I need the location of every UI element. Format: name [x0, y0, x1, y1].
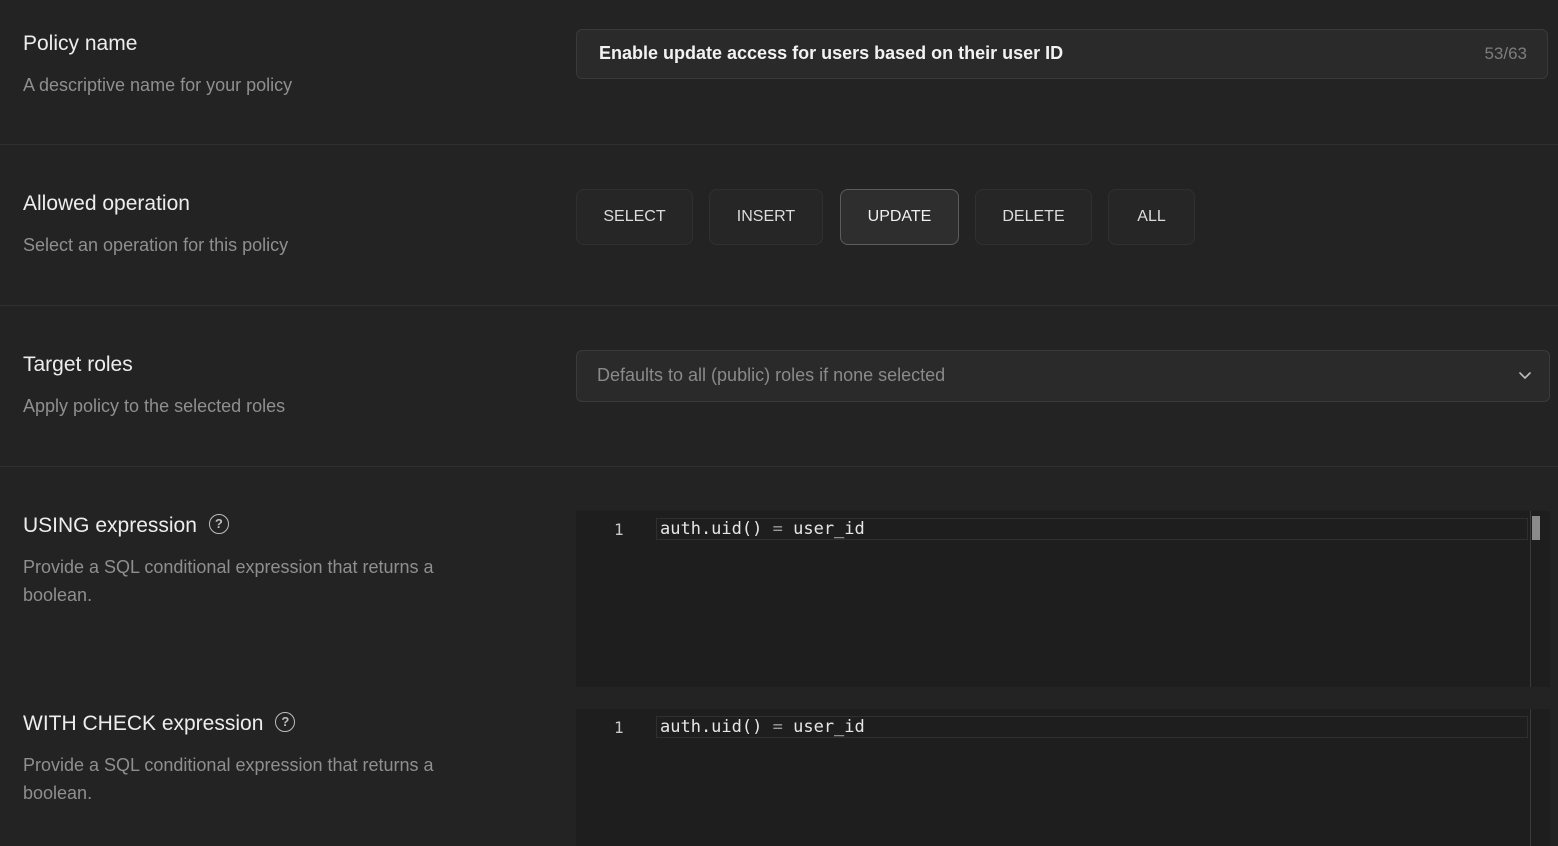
- code-token: user_id: [793, 519, 865, 539]
- line-number: 1: [614, 520, 624, 539]
- scrollbar-thumb[interactable]: [1532, 516, 1540, 540]
- line-number: 1: [614, 718, 624, 737]
- code-operator: =: [772, 519, 783, 539]
- target-roles-placeholder: Defaults to all (public) roles if none s…: [597, 365, 946, 385]
- using-expression-description: Provide a SQL conditional expression tha…: [23, 557, 434, 605]
- with-check-expression-title-row: WITH CHECK expression?: [23, 712, 296, 736]
- with-check-expression-description: Provide a SQL conditional expression tha…: [23, 755, 434, 803]
- operation-update-button[interactable]: UPDATE: [840, 189, 959, 245]
- operation-select-button[interactable]: SELECT: [576, 189, 693, 245]
- operation-all-button[interactable]: ALL: [1108, 189, 1195, 245]
- operation-delete-button[interactable]: DELETE: [975, 189, 1092, 245]
- using-expression-editor[interactable]: 1 auth.uid() = user_id: [576, 511, 1550, 687]
- code-line: auth.uid() = user_id: [660, 519, 865, 539]
- policy-name-title: Policy name: [23, 32, 138, 55]
- using-expression-title: USING expression: [23, 514, 197, 537]
- help-icon[interactable]: ?: [208, 514, 229, 535]
- policy-name-input[interactable]: Enable update access for users based on …: [576, 29, 1548, 79]
- code-operator: =: [772, 717, 783, 737]
- code-line: auth.uid() = user_id: [660, 717, 865, 737]
- allowed-operation-description: Select an operation for this policy: [23, 235, 289, 255]
- character-counter: 53/63: [1484, 44, 1527, 63]
- target-roles-title: Target roles: [23, 353, 133, 376]
- policy-name-description: A descriptive name for your policy: [23, 75, 293, 95]
- target-roles-description: Apply policy to the selected roles: [23, 396, 286, 416]
- with-check-expression-title: WITH CHECK expression: [23, 712, 264, 735]
- with-check-expression-editor[interactable]: 1 auth.uid() = user_id: [576, 709, 1550, 846]
- section-divider: [0, 466, 1558, 467]
- target-roles-select[interactable]: Defaults to all (public) roles if none s…: [576, 350, 1550, 402]
- allowed-operation-title: Allowed operation: [23, 192, 190, 215]
- code-token: auth.uid(): [660, 717, 763, 737]
- chevron-down-icon: [1519, 372, 1531, 379]
- policy-name-value: Enable update access for users based on …: [599, 43, 1064, 63]
- code-token: user_id: [793, 717, 865, 737]
- help-icon[interactable]: ?: [275, 712, 296, 733]
- code-token: auth.uid(): [660, 519, 763, 539]
- scrollbar-track[interactable]: [1530, 709, 1531, 846]
- section-divider: [0, 305, 1558, 306]
- scrollbar-track[interactable]: [1530, 511, 1531, 687]
- section-divider: [0, 144, 1558, 145]
- operation-insert-button[interactable]: INSERT: [709, 189, 823, 245]
- using-expression-title-row: USING expression?: [23, 514, 229, 538]
